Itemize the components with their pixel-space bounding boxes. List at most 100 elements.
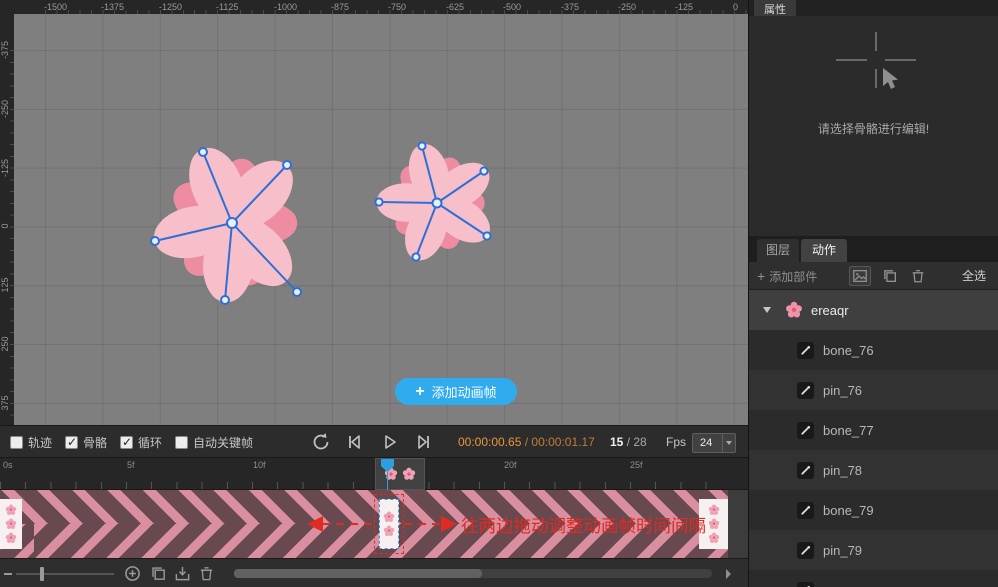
- plus-icon: +: [757, 268, 765, 284]
- add-part-button[interactable]: + 添加部件: [757, 262, 817, 290]
- copy-frame-icon[interactable]: [150, 565, 167, 582]
- checkbox-autokey-label: 自动关键帧: [193, 434, 253, 451]
- checkbox-bone[interactable]: 骨骼: [65, 434, 107, 451]
- checkbox-autokey-box[interactable]: [175, 436, 188, 449]
- layer-item-bone[interactable]: bone_76: [749, 330, 998, 370]
- timeline-label: 20f: [504, 460, 517, 470]
- timeline-track[interactable]: 往两边拖动调整动画帧时间间隔: [0, 490, 748, 558]
- add-animation-frame-label: 添加动画帧: [432, 382, 497, 401]
- flower-2[interactable]: [375, 140, 498, 267]
- timeline-label: 0s: [3, 460, 13, 470]
- panel-tab-strip: 图层 动作: [749, 236, 998, 262]
- plus-icon: +: [415, 384, 424, 400]
- flower-keyframe-icon: [708, 532, 720, 544]
- layer-item-bone[interactable]: bone_77: [749, 410, 998, 450]
- next-frame-icon[interactable]: [412, 431, 434, 453]
- stage-canvas[interactable]: + 添加动画帧: [14, 14, 748, 425]
- zoom-out-icon[interactable]: [4, 573, 12, 575]
- ruler-v-label: 125: [0, 265, 12, 305]
- flower-keyframe-icon: [5, 532, 17, 544]
- bone-icon: [797, 342, 814, 359]
- ruler-h-label: -125: [675, 2, 693, 12]
- flowers-artwork[interactable]: [14, 14, 748, 425]
- transport-bar: 轨迹 骨骼 循环 自动关键帧: [0, 425, 748, 458]
- layer-root-label: ereaqr: [811, 303, 849, 318]
- trash-icon[interactable]: [198, 565, 215, 582]
- bone-icon: [797, 582, 814, 587]
- ruler-h-label: -1250: [159, 2, 182, 12]
- chevron-down-icon[interactable]: [722, 434, 735, 452]
- move-crosshair-icon: [821, 30, 931, 110]
- timeline-ticks: [0, 482, 710, 489]
- time-display: 00:00:00.65 / 00:00:01.17: [458, 426, 595, 459]
- annotation-text: 往两边拖动调整动画帧时间间隔: [461, 513, 706, 538]
- fps-dropdown[interactable]: 24: [692, 433, 736, 453]
- checkbox-track[interactable]: 轨迹: [10, 434, 52, 451]
- fps-value: 24: [693, 437, 722, 449]
- flower-keyframe-icon: [5, 504, 17, 516]
- horizontal-scrollbar[interactable]: [234, 569, 712, 578]
- timeline-label: 25f: [630, 460, 643, 470]
- add-part-label: 添加部件: [769, 268, 817, 285]
- frame-total: 28: [633, 435, 646, 449]
- frame-separator: /: [623, 435, 633, 449]
- timeline-label: 5f: [127, 460, 135, 470]
- ruler-corner: [0, 0, 14, 14]
- trash-icon[interactable]: [907, 266, 929, 286]
- timeline-zoom-slider[interactable]: [16, 573, 114, 575]
- frame-display: 15 / 28: [610, 426, 647, 459]
- checkbox-bone-label: 骨骼: [83, 434, 107, 451]
- select-all-button[interactable]: 全选: [962, 262, 986, 290]
- horizontal-scrollbar-thumb[interactable]: [234, 569, 482, 578]
- tab-layers[interactable]: 图层: [757, 239, 799, 262]
- layer-item-partial[interactable]: [749, 570, 998, 587]
- ruler-v-label: 375: [0, 383, 12, 423]
- restart-icon[interactable]: [310, 431, 332, 453]
- checkbox-bone-box[interactable]: [65, 436, 78, 449]
- layer-item-label: pin_78: [823, 463, 862, 478]
- vertical-ruler: -375 -250 -125 0 125 250 375: [0, 14, 14, 425]
- add-animation-frame-button[interactable]: + 添加动画帧: [395, 378, 517, 405]
- bone-icon: [797, 542, 814, 559]
- play-icon[interactable]: [378, 431, 400, 453]
- ruler-v-label: 250: [0, 324, 12, 364]
- fps-label: Fps: [666, 426, 686, 459]
- caret-down-icon[interactable]: [763, 307, 771, 313]
- ruler-h-label: -1500: [44, 2, 67, 12]
- timeline-label: 10f: [253, 460, 266, 470]
- flower-1[interactable]: [149, 140, 306, 305]
- bone-icon: [797, 422, 814, 439]
- layer-item-pin[interactable]: pin_79: [749, 530, 998, 570]
- ruler-v-label: -125: [0, 148, 12, 188]
- zoom-slider-thumb[interactable]: [40, 567, 44, 581]
- flower-keyframe-icon: [708, 504, 720, 516]
- frame-current: 15: [610, 435, 623, 449]
- ruler-h-label: -1000: [274, 2, 297, 12]
- layer-item-bone[interactable]: bone_79: [749, 490, 998, 530]
- time-current: 00:00:00.65: [458, 435, 521, 449]
- checkbox-loop[interactable]: 循环: [120, 434, 162, 451]
- export-frame-icon[interactable]: [174, 565, 191, 582]
- checkbox-track-box[interactable]: [10, 436, 23, 449]
- ruler-v-label: -250: [0, 89, 12, 129]
- right-panel: 属性 请选择骨骼进行编辑! 图层 动作 + 添加部件: [748, 0, 998, 587]
- select-bone-hint: 请选择骨骼进行编辑!: [749, 120, 998, 137]
- tab-actions[interactable]: 动作: [801, 239, 847, 262]
- time-total: 00:00:01.17: [531, 435, 594, 449]
- zoom-in-icon[interactable]: [124, 565, 141, 582]
- timeline-bottom-bar: [0, 558, 748, 587]
- checkbox-loop-box[interactable]: [120, 436, 133, 449]
- layer-item-pin[interactable]: pin_76: [749, 370, 998, 410]
- keyframe-block-first[interactable]: [0, 499, 22, 549]
- copy-icon[interactable]: [879, 266, 901, 286]
- image-icon[interactable]: [849, 266, 871, 286]
- layer-item-root[interactable]: ereaqr: [749, 290, 998, 330]
- ruler-h-label: -750: [388, 2, 406, 12]
- timeline-ruler[interactable]: 0s 5f 10f 20f 25f: [0, 458, 748, 490]
- properties-panel: 请选择骨骼进行编辑!: [749, 16, 998, 236]
- checkbox-autokey[interactable]: 自动关键帧: [175, 434, 253, 451]
- scroll-right-icon[interactable]: [720, 566, 736, 582]
- previous-frame-icon[interactable]: [344, 431, 366, 453]
- bone-icon: [797, 502, 814, 519]
- layer-item-pin[interactable]: pin_78: [749, 450, 998, 490]
